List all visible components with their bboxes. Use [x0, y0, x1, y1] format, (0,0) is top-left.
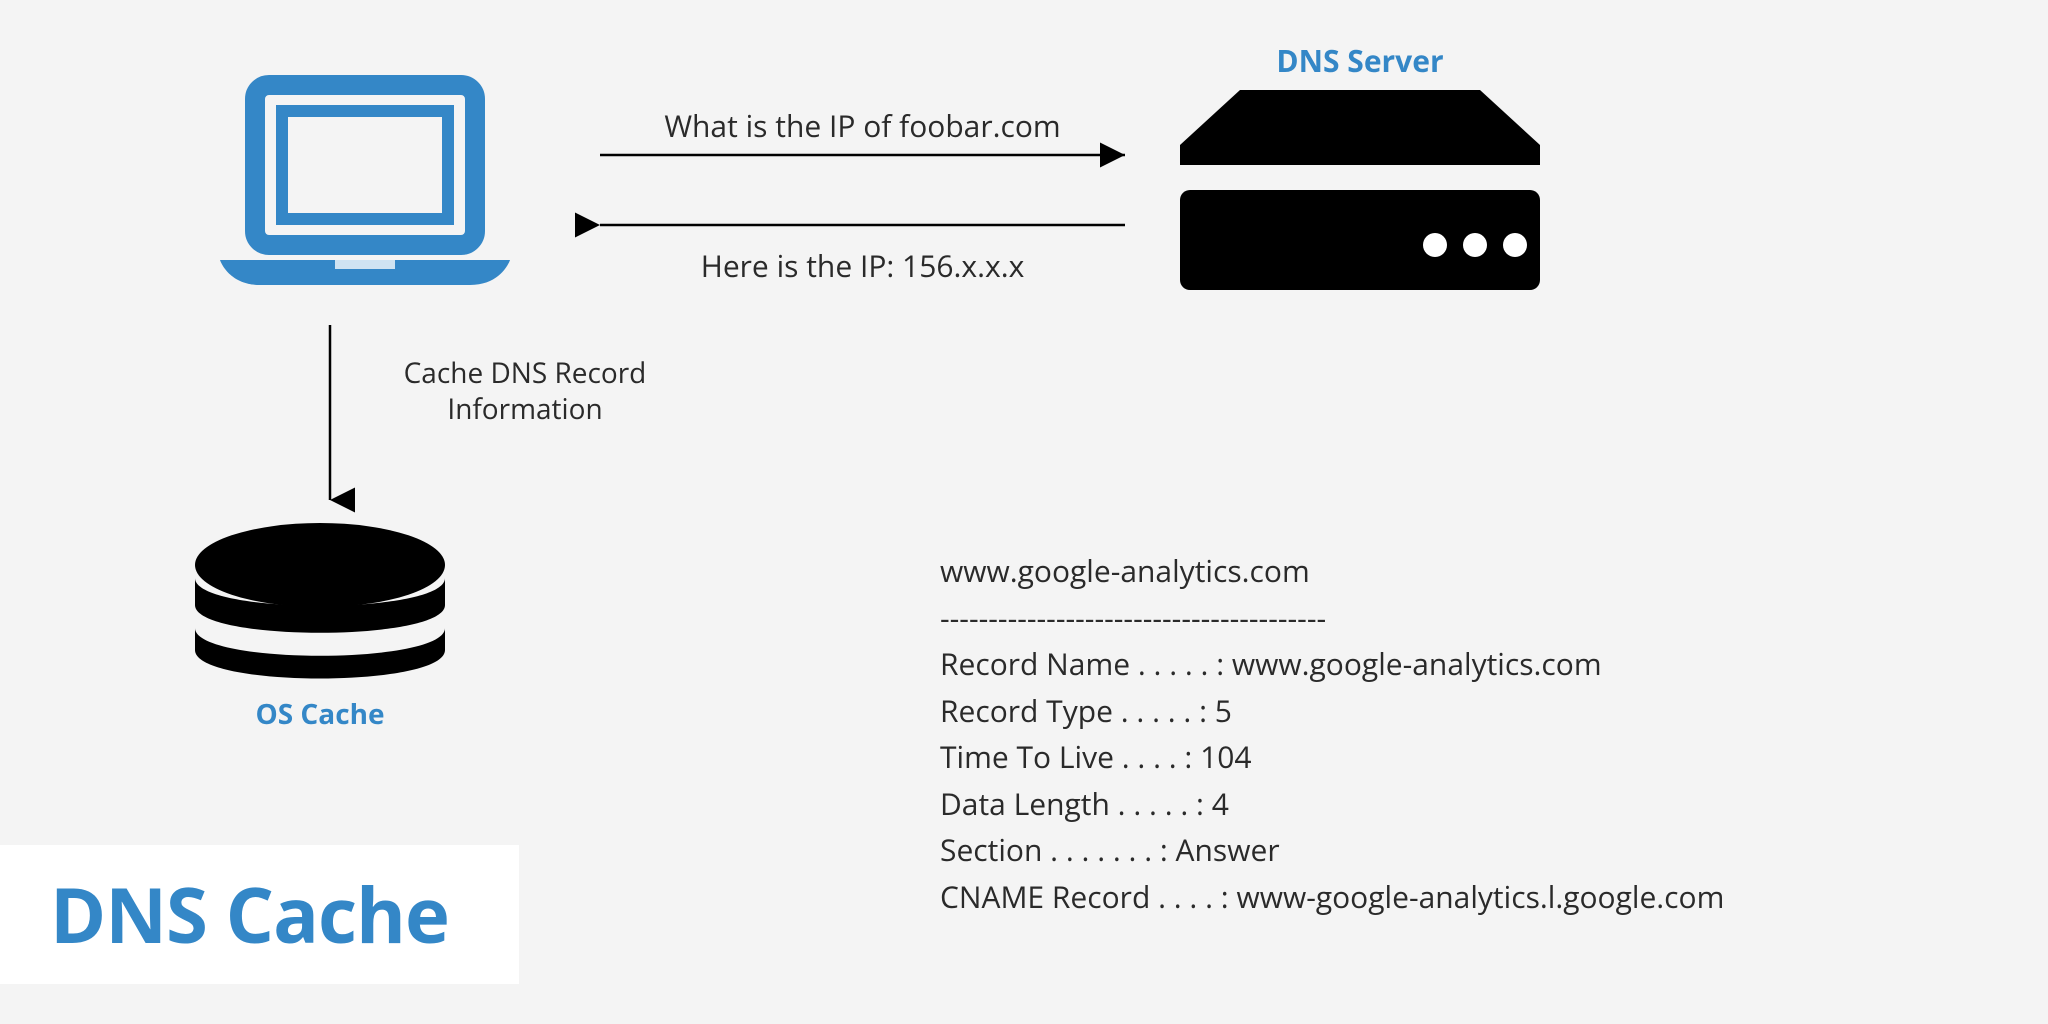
record-line-5: CNAME Record . . . . : www-google-analyt… [940, 874, 1724, 921]
record-line-3: Data Length . . . . . : 4 [940, 781, 1724, 828]
os-cache-label: OS Cache [185, 695, 455, 733]
query-label: What is the IP of foobar.com [600, 105, 1125, 146]
cache-label-line2: Information [447, 390, 602, 428]
record-line-0: Record Name . . . . . : www.google-analy… [940, 641, 1724, 688]
record-line-2: Time To Live . . . . : 104 [940, 734, 1724, 781]
cache-label-line1: Cache DNS Record [404, 354, 647, 392]
laptop-icon [210, 75, 520, 295]
record-heading: www.google-analytics.com [940, 548, 1724, 595]
diagram-title: DNS Cache [50, 863, 449, 966]
record-divider: ---------------------------------------- [940, 595, 1724, 642]
cache-label: Cache DNS Record Information [365, 355, 685, 428]
title-box: DNS Cache [0, 845, 519, 984]
record-line-4: Section . . . . . . . : Answer [940, 827, 1724, 874]
dns-server-label: DNS Server [1180, 40, 1540, 81]
reply-label: Here is the IP: 156.x.x.x [600, 245, 1125, 286]
diagram-canvas: DNS Server OS Cache [0, 0, 2048, 1024]
disk-icon [185, 520, 455, 690]
dns-record-block: www.google-analytics.com ---------------… [940, 548, 1724, 920]
server-icon [1180, 90, 1540, 300]
record-line-1: Record Type . . . . . : 5 [940, 688, 1724, 735]
